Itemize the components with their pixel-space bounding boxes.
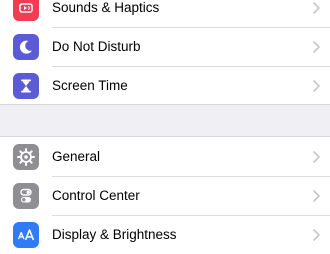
chevron-right-icon bbox=[313, 1, 320, 14]
settings-row-general[interactable]: General bbox=[0, 137, 330, 176]
settings-row-sounds-haptics[interactable]: Sounds & Haptics bbox=[0, 0, 330, 27]
settings-row-label: Sounds & Haptics bbox=[52, 0, 160, 15]
gear-icon bbox=[13, 143, 39, 170]
toggles-icon bbox=[13, 182, 39, 209]
chevron-right-icon bbox=[313, 40, 320, 53]
settings-row-screen-time[interactable]: Screen Time bbox=[0, 66, 330, 105]
chevron-right-icon bbox=[313, 79, 320, 92]
chevron-right-icon bbox=[313, 228, 320, 241]
settings-row-do-not-disturb[interactable]: Do Not Disturb bbox=[0, 27, 330, 66]
settings-row-control-center[interactable]: Control Center bbox=[0, 176, 330, 215]
settings-group-sound-focus: Sounds & Haptics Do Not Disturb Screen T… bbox=[0, 0, 330, 105]
hourglass-icon bbox=[13, 72, 39, 99]
speaker-icon bbox=[13, 0, 39, 21]
moon-icon bbox=[13, 33, 39, 60]
settings-row-label: Do Not Disturb bbox=[52, 39, 141, 54]
chevron-right-icon bbox=[313, 189, 320, 202]
settings-row-display-brightness[interactable]: Display & Brightness bbox=[0, 215, 330, 254]
text-size-icon bbox=[13, 221, 39, 248]
settings-row-label: Control Center bbox=[52, 188, 140, 203]
settings-row-label: Display & Brightness bbox=[52, 227, 177, 242]
section-spacer bbox=[0, 104, 330, 137]
chevron-right-icon bbox=[313, 150, 320, 163]
settings-row-label: General bbox=[52, 149, 101, 164]
settings-group-general: General Control Center Display & Brightn… bbox=[0, 137, 330, 254]
settings-row-label: Screen Time bbox=[52, 78, 128, 93]
